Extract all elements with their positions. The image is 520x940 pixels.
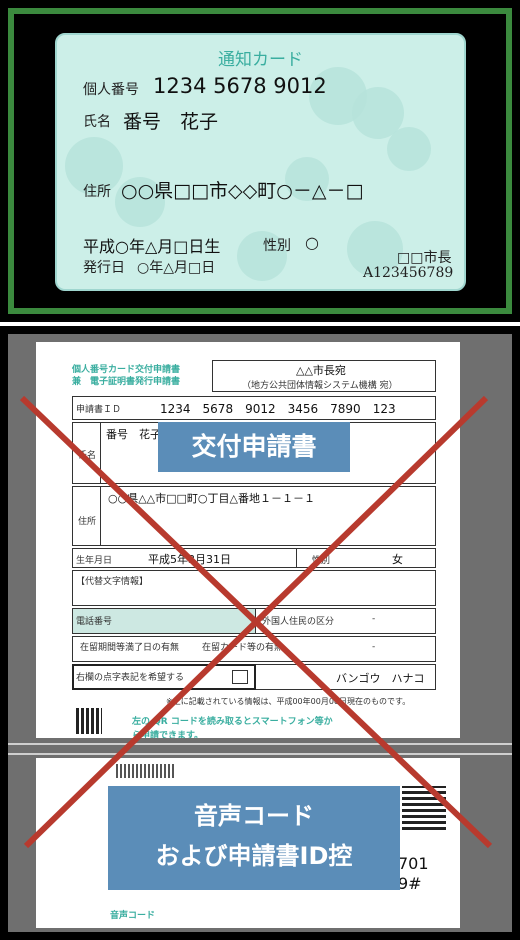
voice-label-line1: 音声コード [194, 802, 314, 830]
clover-pattern [387, 127, 431, 171]
voice-label-line2: および申請書ID控 [155, 842, 353, 870]
sex-value: ○ [305, 233, 319, 252]
voice-code-label-box: 音声コード および申請書ID控 [108, 786, 400, 890]
name-label: 氏名 [83, 114, 111, 130]
issue-value: ○年△月□日 [137, 260, 216, 276]
notification-card-panel: 通知カード 個人番号 1234 5678 9012 氏名 番号 花子 住所 ○○… [0, 0, 520, 322]
name-value: 番号 花子 [123, 111, 219, 133]
number-value: 1234 5678 9012 [153, 74, 327, 98]
issuer: □□市長 [397, 250, 452, 266]
issue-label: 発行日 [83, 260, 125, 276]
address-label: 住所 [83, 184, 111, 200]
birth-value: 平成○年△月□日生 [83, 237, 221, 256]
serial-number: A123456789 [363, 265, 454, 281]
application-form-label: 交付申請書 [158, 422, 350, 472]
number-label: 個人番号 [83, 82, 139, 98]
sex-label: 性別 [263, 238, 291, 254]
card-title: 通知カード [218, 50, 303, 70]
notification-card: 通知カード 個人番号 1234 5678 9012 氏名 番号 花子 住所 ○○… [55, 33, 466, 291]
address-value: ○○県□□市◇◇町○－△－□ [121, 180, 364, 202]
application-form-panel: 個人番号カード交付申請書 兼 電子証明書発行申請書 △△市長宛 （地方公共団体情… [0, 326, 520, 940]
